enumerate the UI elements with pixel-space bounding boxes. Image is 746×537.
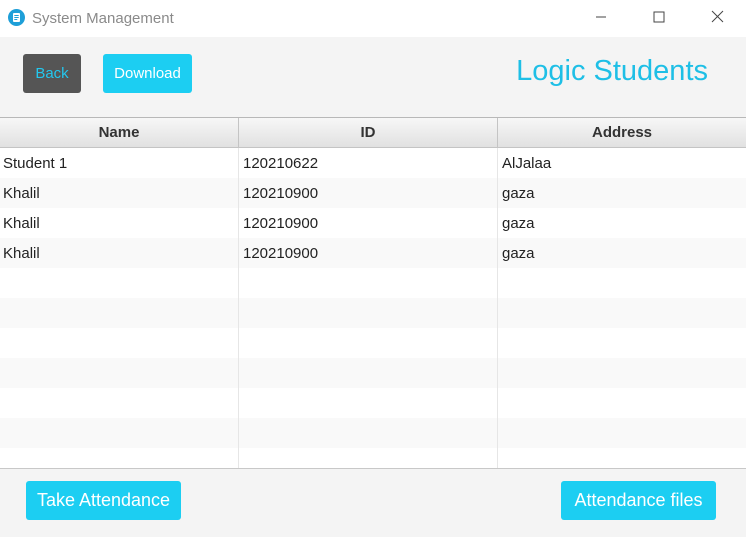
empty-cell <box>239 358 498 388</box>
cell-address: gaza <box>502 214 535 232</box>
attendance-files-button[interactable]: Attendance files <box>561 481 716 520</box>
page-title: Logic Students <box>516 55 708 87</box>
empty-cell <box>0 268 239 298</box>
empty-table-row <box>0 418 746 448</box>
take-attendance-button[interactable]: Take Attendance <box>26 481 181 520</box>
empty-cell <box>498 388 746 418</box>
column-header-name[interactable]: Name <box>0 118 239 147</box>
close-button[interactable] <box>694 0 740 37</box>
cell-id: 120210900 <box>239 208 498 238</box>
table-body: Student 1 120210622 AlJalaa Khalil 12021… <box>0 148 746 468</box>
table-header: Name ID Address <box>0 118 746 148</box>
minimize-icon <box>595 10 607 28</box>
cell-address: gaza <box>502 184 535 202</box>
empty-cell <box>498 268 746 298</box>
empty-cell <box>498 298 746 328</box>
empty-table-row <box>0 358 746 388</box>
empty-cell <box>239 268 498 298</box>
empty-cell <box>0 388 239 418</box>
table-row[interactable]: Student 1 120210622 AlJalaa <box>0 148 746 178</box>
empty-cell <box>0 298 239 328</box>
cell-id: 120210900 <box>239 178 498 208</box>
empty-table-row <box>0 388 746 418</box>
cell-id: 120210900 <box>239 238 498 268</box>
empty-cell <box>498 358 746 388</box>
empty-cell <box>239 418 498 448</box>
cell-id: 120210622 <box>239 148 498 178</box>
cell-address: AlJalaa <box>502 154 552 172</box>
table-row[interactable]: Khalil 120210900 gaza <box>0 238 746 268</box>
empty-cell <box>498 328 746 358</box>
empty-table-row <box>0 268 746 298</box>
empty-cell <box>0 358 239 388</box>
cell-name: Student 1 <box>0 148 239 178</box>
table-row[interactable]: Khalil 120210900 gaza <box>0 178 746 208</box>
maximize-icon <box>653 10 665 28</box>
empty-cell <box>239 298 498 328</box>
close-icon <box>711 10 724 28</box>
empty-cell <box>498 418 746 448</box>
empty-cell <box>239 388 498 418</box>
column-header-id[interactable]: ID <box>239 118 498 147</box>
empty-table-row <box>0 448 746 468</box>
app-window: System Management Back Download Logic St… <box>0 0 746 537</box>
empty-table-row <box>0 328 746 358</box>
students-table[interactable]: Name ID Address Student 1 120210622 AlJa… <box>0 117 746 469</box>
empty-cell <box>0 448 239 468</box>
toolbar: Back Download Logic Students <box>0 37 746 117</box>
empty-cell <box>239 328 498 358</box>
cell-name: Khalil <box>0 208 239 238</box>
empty-cell <box>498 448 746 468</box>
cell-name: Khalil <box>0 238 239 268</box>
title-bar: System Management <box>0 0 746 37</box>
cell-name: Khalil <box>0 178 239 208</box>
window-title: System Management <box>32 10 174 27</box>
table-row[interactable]: Khalil 120210900 gaza <box>0 208 746 238</box>
column-header-address[interactable]: Address <box>498 118 746 147</box>
maximize-button[interactable] <box>636 0 682 37</box>
back-button[interactable]: Back <box>23 54 81 93</box>
empty-cell <box>0 328 239 358</box>
minimize-button[interactable] <box>578 0 624 37</box>
cell-address: gaza <box>502 244 535 262</box>
app-icon <box>8 9 25 26</box>
empty-cell <box>239 448 498 468</box>
empty-cell <box>0 418 239 448</box>
empty-table-row <box>0 298 746 328</box>
download-button[interactable]: Download <box>103 54 192 93</box>
